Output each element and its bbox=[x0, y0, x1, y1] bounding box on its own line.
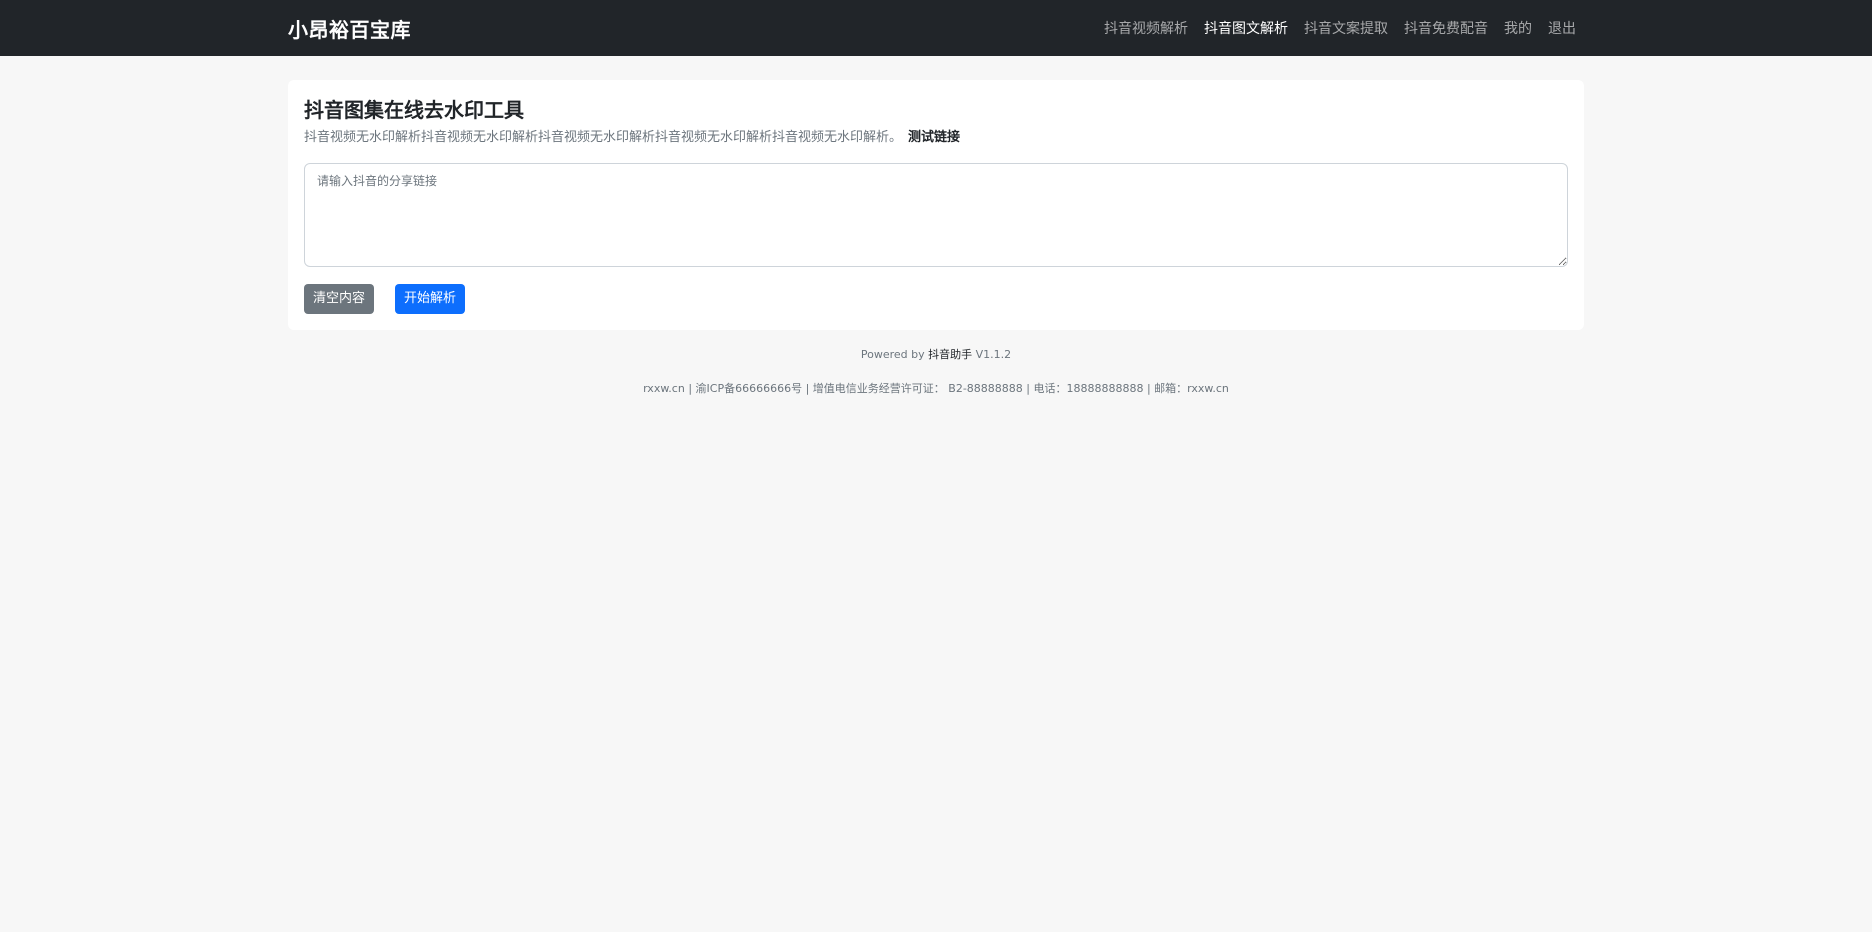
powered-brand-link[interactable]: 抖音助手 bbox=[928, 348, 972, 361]
brand-logo[interactable]: 小昂裕百宝库 bbox=[288, 14, 411, 43]
tool-description: 抖音视频无水印解析抖音视频无水印解析抖音视频无水印解析抖音视频无水印解析抖音视频… bbox=[304, 128, 1568, 148]
share-link-input[interactable] bbox=[304, 163, 1568, 267]
icp-info-line: rxxw.cn | 渝ICP备66666666号 | 增值电信业务经营许可证： … bbox=[643, 382, 1229, 395]
nav-link-mine[interactable]: 我的 bbox=[1496, 10, 1540, 46]
version-text: V1.1.2 bbox=[975, 348, 1012, 361]
description-text: 抖音视频无水印解析抖音视频无水印解析抖音视频无水印解析抖音视频无水印解析抖音视频… bbox=[304, 130, 903, 145]
nav-link-free-dubbing[interactable]: 抖音免费配音 bbox=[1396, 10, 1496, 46]
top-navbar: 小昂裕百宝库 抖音视频解析 抖音图文解析 抖音文案提取 抖音免费配音 我的 退出 bbox=[0, 0, 1872, 56]
test-link[interactable]: 测试链接 bbox=[908, 130, 960, 145]
powered-prefix: Powered by bbox=[860, 348, 925, 361]
clear-button[interactable]: 清空内容 bbox=[304, 284, 375, 314]
tool-card: 抖音图集在线去水印工具 抖音视频无水印解析抖音视频无水印解析抖音视频无水印解析抖… bbox=[288, 80, 1584, 330]
navbar-container: 小昂裕百宝库 抖音视频解析 抖音图文解析 抖音文案提取 抖音免费配音 我的 退出 bbox=[288, 0, 1584, 56]
page-footer: Powered by 抖音助手 V1.1.2 rxxw.cn | 渝ICP备66… bbox=[0, 347, 1872, 397]
nav-link-logout[interactable]: 退出 bbox=[1540, 10, 1584, 46]
nav-link-video-parse[interactable]: 抖音视频解析 bbox=[1096, 10, 1196, 46]
nav-link-image-parse[interactable]: 抖音图文解析 bbox=[1196, 10, 1296, 46]
nav-links: 抖音视频解析 抖音图文解析 抖音文案提取 抖音免费配音 我的 退出 bbox=[1096, 10, 1584, 46]
parse-button[interactable]: 开始解析 bbox=[395, 284, 466, 314]
action-buttons: 清空内容 开始解析 bbox=[304, 284, 1568, 314]
page-title: 抖音图集在线去水印工具 bbox=[304, 98, 524, 122]
powered-by-line: Powered by 抖音助手 V1.1.2 bbox=[0, 347, 1872, 363]
nav-link-text-extract[interactable]: 抖音文案提取 bbox=[1296, 10, 1396, 46]
